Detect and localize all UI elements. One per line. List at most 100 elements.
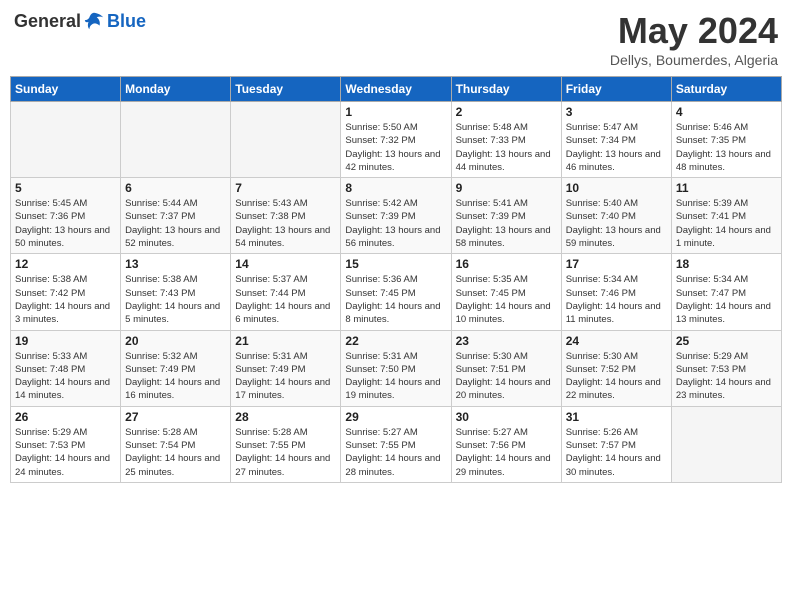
logo-general: General	[14, 11, 81, 32]
calendar-cell: 28Sunrise: 5:28 AMSunset: 7:55 PMDayligh…	[231, 406, 341, 482]
calendar-table: Sunday Monday Tuesday Wednesday Thursday…	[10, 76, 782, 483]
day-number: 26	[15, 410, 116, 424]
calendar-cell: 3 Sunrise: 5:47 AMSunset: 7:34 PMDaylight…	[561, 102, 671, 178]
calendar-cell: 19Sunrise: 5:33 AMSunset: 7:48 PMDayligh…	[11, 330, 121, 406]
month-title: May 2024	[610, 10, 778, 52]
day-number: 7	[235, 181, 336, 195]
day-info: Sunrise: 5:50 AMSunset: 7:32 PMDaylight:…	[345, 121, 446, 174]
day-number: 27	[125, 410, 226, 424]
day-number: 29	[345, 410, 446, 424]
day-info: Sunrise: 5:31 AMSunset: 7:50 PMDaylight:…	[345, 350, 446, 403]
header-friday: Friday	[561, 77, 671, 102]
day-number: 11	[676, 181, 777, 195]
calendar-week-4: 19Sunrise: 5:33 AMSunset: 7:48 PMDayligh…	[11, 330, 782, 406]
day-number: 8	[345, 181, 446, 195]
calendar-cell	[671, 406, 781, 482]
calendar-cell: 15Sunrise: 5:36 AMSunset: 7:45 PMDayligh…	[341, 254, 451, 330]
day-info: Sunrise: 5:29 AMSunset: 7:53 PMDaylight:…	[676, 350, 777, 403]
day-info: Sunrise: 5:27 AMSunset: 7:56 PMDaylight:…	[456, 426, 557, 479]
calendar-cell: 29 Sunrise: 5:27 AMSunset: 7:55 PMDayligh…	[341, 406, 451, 482]
day-number: 2	[456, 105, 557, 119]
calendar-cell: 25 Sunrise: 5:29 AMSunset: 7:53 PMDayligh…	[671, 330, 781, 406]
header-sunday: Sunday	[11, 77, 121, 102]
day-info: Sunrise: 5:34 AMSunset: 7:46 PMDaylight:…	[566, 273, 667, 326]
day-number: 15	[345, 257, 446, 271]
calendar-cell: 7 Sunrise: 5:43 AMSunset: 7:38 PMDaylight…	[231, 178, 341, 254]
day-info: Sunrise: 5:33 AMSunset: 7:48 PMDaylight:…	[15, 350, 116, 403]
day-info: Sunrise: 5:27 AMSunset: 7:55 PMDaylight:…	[345, 426, 446, 479]
header-tuesday: Tuesday	[231, 77, 341, 102]
header-thursday: Thursday	[451, 77, 561, 102]
calendar-cell: 16Sunrise: 5:35 AMSunset: 7:45 PMDayligh…	[451, 254, 561, 330]
day-number: 23	[456, 334, 557, 348]
day-number: 5	[15, 181, 116, 195]
calendar-cell: 20Sunrise: 5:32 AMSunset: 7:49 PMDayligh…	[121, 330, 231, 406]
calendar-cell: 26Sunrise: 5:29 AMSunset: 7:53 PMDayligh…	[11, 406, 121, 482]
page-header: General Blue May 2024 Dellys, Boumerdes,…	[10, 10, 782, 68]
day-info: Sunrise: 5:46 AMSunset: 7:35 PMDaylight:…	[676, 121, 777, 174]
calendar-cell	[11, 102, 121, 178]
day-number: 28	[235, 410, 336, 424]
calendar-cell: 6Sunrise: 5:44 AMSunset: 7:37 PMDaylight…	[121, 178, 231, 254]
calendar-cell: 24Sunrise: 5:30 AMSunset: 7:52 PMDayligh…	[561, 330, 671, 406]
calendar-header-row: Sunday Monday Tuesday Wednesday Thursday…	[11, 77, 782, 102]
day-number: 30	[456, 410, 557, 424]
day-number: 1	[345, 105, 446, 119]
day-number: 16	[456, 257, 557, 271]
day-number: 31	[566, 410, 667, 424]
calendar-cell: 23 Sunrise: 5:30 AMSunset: 7:51 PMDayligh…	[451, 330, 561, 406]
calendar-cell	[121, 102, 231, 178]
calendar-cell: 4 Sunrise: 5:46 AMSunset: 7:35 PMDaylight…	[671, 102, 781, 178]
calendar-cell: 11Sunrise: 5:39 AMSunset: 7:41 PMDayligh…	[671, 178, 781, 254]
day-number: 22	[345, 334, 446, 348]
day-number: 24	[566, 334, 667, 348]
calendar-cell: 14Sunrise: 5:37 AMSunset: 7:44 PMDayligh…	[231, 254, 341, 330]
calendar-cell: 12 Sunrise: 5:38 AMSunset: 7:42 PMDayligh…	[11, 254, 121, 330]
calendar-cell	[231, 102, 341, 178]
calendar-week-5: 26Sunrise: 5:29 AMSunset: 7:53 PMDayligh…	[11, 406, 782, 482]
day-number: 3	[566, 105, 667, 119]
calendar-cell: 8 Sunrise: 5:42 AMSunset: 7:39 PMDaylight…	[341, 178, 451, 254]
day-info: Sunrise: 5:28 AMSunset: 7:54 PMDaylight:…	[125, 426, 226, 479]
calendar-cell: 2 Sunrise: 5:48 AMSunset: 7:33 PMDaylight…	[451, 102, 561, 178]
day-number: 25	[676, 334, 777, 348]
header-wednesday: Wednesday	[341, 77, 451, 102]
day-info: Sunrise: 5:42 AMSunset: 7:39 PMDaylight:…	[345, 197, 446, 250]
day-info: Sunrise: 5:48 AMSunset: 7:33 PMDaylight:…	[456, 121, 557, 174]
day-number: 6	[125, 181, 226, 195]
calendar-week-3: 12 Sunrise: 5:38 AMSunset: 7:42 PMDayligh…	[11, 254, 782, 330]
day-info: Sunrise: 5:45 AMSunset: 7:36 PMDaylight:…	[15, 197, 116, 250]
day-number: 10	[566, 181, 667, 195]
day-number: 13	[125, 257, 226, 271]
logo-bird-icon	[83, 10, 105, 32]
calendar-cell: 13Sunrise: 5:38 AMSunset: 7:43 PMDayligh…	[121, 254, 231, 330]
day-info: Sunrise: 5:47 AMSunset: 7:34 PMDaylight:…	[566, 121, 667, 174]
day-number: 18	[676, 257, 777, 271]
title-area: May 2024 Dellys, Boumerdes, Algeria	[610, 10, 778, 68]
day-number: 21	[235, 334, 336, 348]
calendar-cell: 9 Sunrise: 5:41 AMSunset: 7:39 PMDaylight…	[451, 178, 561, 254]
logo: General Blue	[14, 10, 146, 32]
day-info: Sunrise: 5:38 AMSunset: 7:42 PMDaylight:…	[15, 273, 116, 326]
header-monday: Monday	[121, 77, 231, 102]
day-number: 4	[676, 105, 777, 119]
day-number: 9	[456, 181, 557, 195]
calendar-cell: 22 Sunrise: 5:31 AMSunset: 7:50 PMDayligh…	[341, 330, 451, 406]
calendar-cell: 5 Sunrise: 5:45 AMSunset: 7:36 PMDaylight…	[11, 178, 121, 254]
day-info: Sunrise: 5:31 AMSunset: 7:49 PMDaylight:…	[235, 350, 336, 403]
header-saturday: Saturday	[671, 77, 781, 102]
day-info: Sunrise: 5:41 AMSunset: 7:39 PMDaylight:…	[456, 197, 557, 250]
day-number: 20	[125, 334, 226, 348]
calendar-cell: 27 Sunrise: 5:28 AMSunset: 7:54 PMDayligh…	[121, 406, 231, 482]
location: Dellys, Boumerdes, Algeria	[610, 52, 778, 68]
day-info: Sunrise: 5:43 AMSunset: 7:38 PMDaylight:…	[235, 197, 336, 250]
calendar-cell: 18 Sunrise: 5:34 AMSunset: 7:47 PMDayligh…	[671, 254, 781, 330]
day-number: 12	[15, 257, 116, 271]
day-info: Sunrise: 5:37 AMSunset: 7:44 PMDaylight:…	[235, 273, 336, 326]
calendar-week-2: 5 Sunrise: 5:45 AMSunset: 7:36 PMDaylight…	[11, 178, 782, 254]
calendar-week-1: 1 Sunrise: 5:50 AMSunset: 7:32 PMDaylight…	[11, 102, 782, 178]
day-info: Sunrise: 5:30 AMSunset: 7:51 PMDaylight:…	[456, 350, 557, 403]
day-info: Sunrise: 5:34 AMSunset: 7:47 PMDaylight:…	[676, 273, 777, 326]
calendar-cell: 1 Sunrise: 5:50 AMSunset: 7:32 PMDaylight…	[341, 102, 451, 178]
calendar-cell: 10Sunrise: 5:40 AMSunset: 7:40 PMDayligh…	[561, 178, 671, 254]
